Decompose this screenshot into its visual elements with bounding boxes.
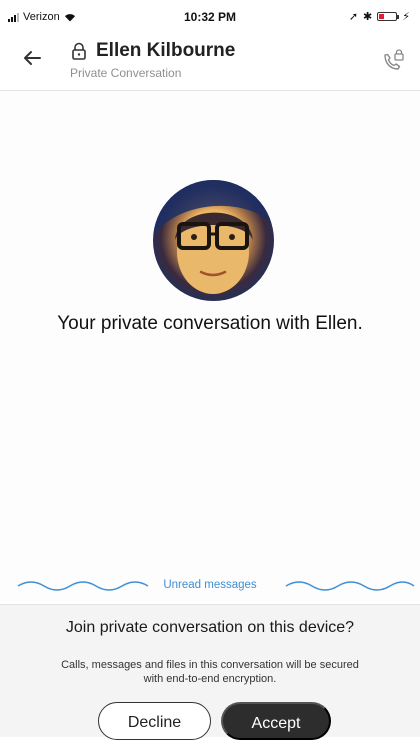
avatar-face — [153, 180, 274, 301]
conversation-area: Your private conversation with Ellen. — [0, 91, 420, 601]
bluetooth-icon: ✱ — [363, 11, 373, 23]
private-call-icon[interactable] — [380, 48, 406, 74]
unread-messages-label: Unread messages — [163, 579, 257, 591]
conversation-intro: Your private conversation with Ellen. — [57, 313, 363, 334]
accept-button[interactable]: Accept — [221, 702, 331, 740]
join-prompt-title: Join private conversation on this device… — [65, 619, 355, 636]
header-title-row[interactable]: Ellen Kilbourne — [70, 40, 235, 62]
conversation-type: Private Conversation — [70, 66, 182, 80]
charging-icon: ⚡ — [402, 11, 410, 23]
join-prompt-description: Calls, messages and files in this conver… — [61, 659, 359, 685]
avatar — [153, 180, 274, 301]
status-bar: Verizon 10:32 PM ➚ ✱ ⚡ — [0, 0, 420, 34]
join-private-conversation-panel: Join private conversation on this device… — [0, 604, 420, 740]
contact-name: Ellen Kilbourne — [96, 40, 236, 61]
battery-icon — [377, 12, 400, 21]
lock-icon — [72, 42, 86, 60]
unread-messages-divider[interactable]: Unread messages — [0, 574, 420, 598]
location-icon: ➚ — [348, 11, 359, 23]
decline-button[interactable]: Decline — [98, 702, 211, 740]
conversation-header: Ellen Kilbourne Private Conversation — [0, 34, 420, 91]
status-indicators: ➚ ✱ ⚡ — [349, 10, 410, 23]
arrow-left-icon[interactable] — [20, 46, 48, 74]
